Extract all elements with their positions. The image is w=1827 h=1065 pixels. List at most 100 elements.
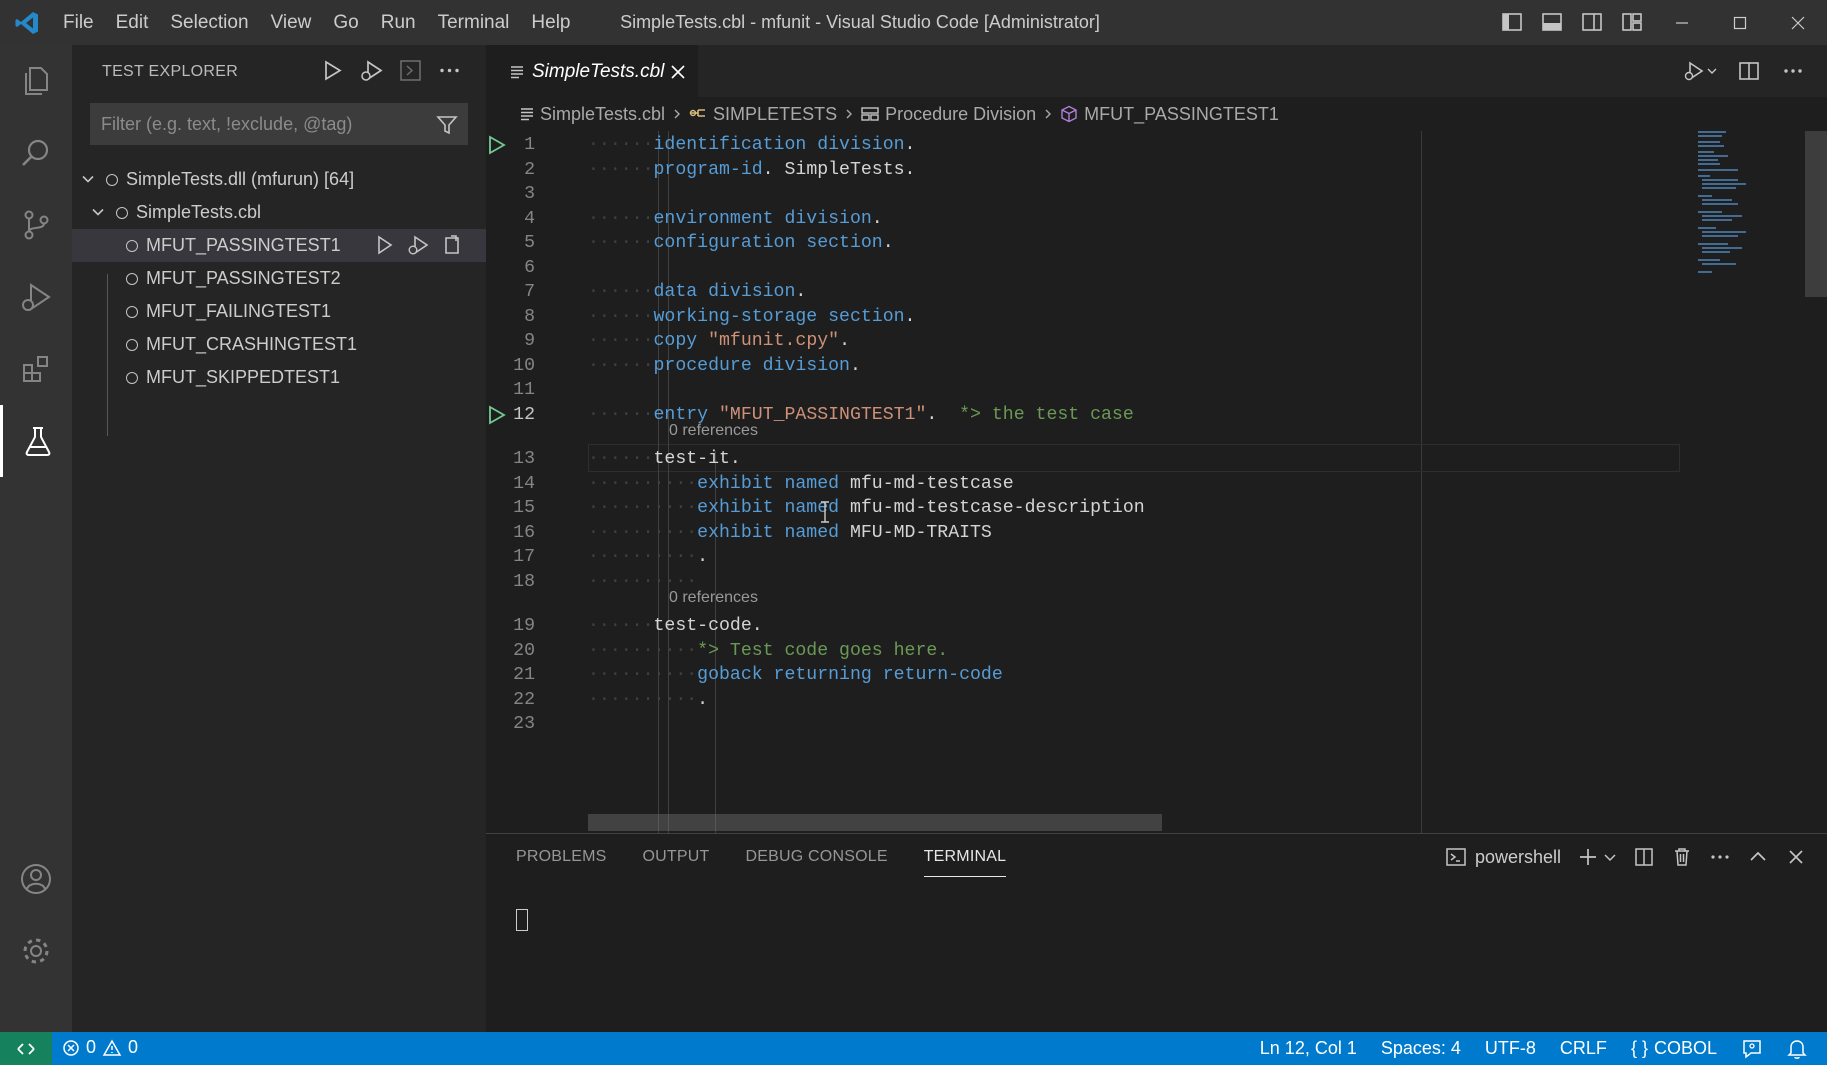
tree-item-mfut-passingtest2[interactable]: MFUT_PASSINGTEST2 xyxy=(72,262,486,295)
tab-problems[interactable]: PROBLEMS xyxy=(516,848,607,877)
toggle-panel-icon[interactable] xyxy=(1540,10,1564,34)
indentation[interactable]: Spaces: 4 xyxy=(1381,1038,1461,1059)
whitespace-dots: ······ xyxy=(588,449,654,469)
run-and-debug-icon[interactable] xyxy=(0,261,72,333)
breadcrumb-program[interactable]: SIMPLETESTS xyxy=(689,104,837,125)
source-control-icon[interactable] xyxy=(0,189,72,261)
cursor-position[interactable]: Ln 12, Col 1 xyxy=(1260,1038,1357,1059)
debug-tests-icon[interactable] xyxy=(359,58,384,83)
minimize-button[interactable] xyxy=(1653,0,1711,45)
breadcrumb-file[interactable]: SimpleTests.cbl xyxy=(520,104,665,125)
whitespace-dots: ······ xyxy=(588,616,654,636)
code-lens-references[interactable]: 0 references xyxy=(669,422,758,440)
feedback-icon[interactable] xyxy=(1741,1038,1763,1060)
breadcrumb-division[interactable]: Procedure Division xyxy=(861,104,1036,125)
maximize-button[interactable] xyxy=(1711,0,1769,45)
testing-icon[interactable] xyxy=(0,405,72,477)
tab-simpletests-cbl[interactable]: SimpleTests.cbl xyxy=(486,45,698,97)
window-controls xyxy=(1653,0,1827,45)
tree-item-label: MFUT_FAILINGTEST1 xyxy=(146,301,332,321)
menu-edit[interactable]: Edit xyxy=(105,0,160,45)
language-mode[interactable]: { } COBOL xyxy=(1631,1038,1717,1059)
horizontal-scrollbar-thumb[interactable] xyxy=(588,814,1162,831)
explorer-icon[interactable] xyxy=(0,45,72,117)
run-test-gutter-icon[interactable] xyxy=(486,134,508,156)
activity-bar xyxy=(0,45,72,1032)
test-status-circle-icon xyxy=(106,174,118,186)
filter-input[interactable] xyxy=(91,104,431,144)
menu-selection[interactable]: Selection xyxy=(159,0,259,45)
editor-more-actions-icon[interactable] xyxy=(1781,59,1807,83)
tab-terminal[interactable]: TERMINAL xyxy=(923,848,1007,877)
show-output-icon[interactable] xyxy=(398,58,423,83)
close-tab-icon[interactable] xyxy=(670,64,686,80)
tree-item-simpletests-cbl[interactable]: SimpleTests.cbl xyxy=(72,196,486,229)
customize-layout-icon[interactable] xyxy=(1620,10,1644,34)
new-terminal-icon[interactable] xyxy=(1577,846,1617,868)
terminal-shell-selector[interactable]: powershell xyxy=(1445,846,1561,868)
tree-item-mfut-failingtest1[interactable]: MFUT_FAILINGTEST1 xyxy=(72,295,486,328)
tree-item-mfut-crashingtest1[interactable]: MFUT_CRASHINGTEST1 xyxy=(72,328,486,361)
split-editor-icon[interactable] xyxy=(1737,59,1763,83)
toggle-secondary-sidebar-icon[interactable] xyxy=(1580,10,1604,34)
go-to-test-icon[interactable] xyxy=(440,233,464,257)
tree-item-mfut-skippedtest1[interactable]: MFUT_SKIPPEDTEST1 xyxy=(72,361,486,394)
panel-more-actions-icon[interactable] xyxy=(1709,846,1731,868)
notifications-bell-icon[interactable] xyxy=(1787,1038,1807,1060)
maximize-panel-chevron-up-icon[interactable] xyxy=(1747,846,1769,868)
filter-funnel-icon[interactable] xyxy=(435,113,459,137)
error-count: 0 xyxy=(86,1037,97,1057)
accounts-icon[interactable] xyxy=(0,843,72,915)
code-token: goback returning return-code xyxy=(697,665,1003,685)
close-panel-icon[interactable] xyxy=(1785,846,1807,868)
remote-indicator-icon[interactable] xyxy=(0,1032,52,1065)
tree-item-simpletests-dll[interactable]: SimpleTests.dll (mfurun) [64] xyxy=(72,163,486,196)
code-token: exhibit named xyxy=(697,498,840,518)
run-test-icon[interactable] xyxy=(372,233,396,257)
line-number: 23 xyxy=(513,714,535,734)
text-cursor-ibeam-icon xyxy=(819,501,831,523)
debug-test-icon[interactable] xyxy=(406,233,430,257)
line-number: 18 xyxy=(513,571,535,592)
code-token: data division xyxy=(653,282,796,302)
run-tests-icon[interactable] xyxy=(320,58,345,83)
chevron-down-icon[interactable] xyxy=(80,171,96,187)
code-editor[interactable]: 1 ······identification division. 2 ······pr… xyxy=(486,131,1827,833)
tree-item-mfut-passingtest1[interactable]: MFUT_PASSINGTEST1 xyxy=(72,229,486,262)
kill-terminal-trash-icon[interactable] xyxy=(1671,846,1693,868)
tree-item-label: MFUT_SKIPPEDTEST1 xyxy=(146,367,341,387)
encoding[interactable]: UTF-8 xyxy=(1485,1038,1536,1059)
search-icon[interactable] xyxy=(0,117,72,189)
breadcrumb-entry[interactable]: MFUT_PASSINGTEST1 xyxy=(1060,104,1279,125)
test-status-circle-icon xyxy=(126,240,138,252)
menu-file[interactable]: File xyxy=(52,0,105,45)
run-debug-dropdown-icon[interactable] xyxy=(1681,59,1717,83)
breadcrumb-label: MFUT_PASSINGTEST1 xyxy=(1084,103,1279,124)
vertical-scrollbar-thumb[interactable] xyxy=(1805,131,1827,297)
close-window-button[interactable] xyxy=(1769,0,1827,45)
chevron-down-icon[interactable] xyxy=(90,204,106,220)
extensions-icon[interactable] xyxy=(0,333,72,405)
end-of-line[interactable]: CRLF xyxy=(1560,1038,1607,1059)
whitespace-dots: ······ xyxy=(588,282,654,302)
tree-indent-guide xyxy=(107,274,108,436)
more-actions-icon[interactable] xyxy=(437,58,462,83)
run-test-gutter-icon[interactable] xyxy=(486,404,508,426)
minimap[interactable] xyxy=(1682,131,1774,833)
terminal-cursor[interactable] xyxy=(516,909,528,931)
structure-symbol-icon xyxy=(861,107,879,121)
vertical-scrollbar[interactable] xyxy=(1805,131,1827,833)
split-terminal-icon[interactable] xyxy=(1633,846,1655,868)
tab-output[interactable]: OUTPUT xyxy=(643,848,710,877)
code-lens-references[interactable]: 0 references xyxy=(669,589,758,607)
manage-gear-icon[interactable] xyxy=(0,915,72,987)
menu-terminal[interactable]: Terminal xyxy=(427,0,521,45)
toggle-primary-sidebar-icon[interactable] xyxy=(1500,10,1524,34)
tab-debug-console[interactable]: DEBUG CONSOLE xyxy=(746,848,888,877)
editor-actions xyxy=(1681,59,1807,83)
code-line: ··········. xyxy=(588,686,708,714)
menu-view[interactable]: View xyxy=(260,0,323,45)
problems-indicator[interactable]: 0 0 xyxy=(62,1037,138,1058)
menu-go[interactable]: Go xyxy=(322,0,369,45)
menu-run[interactable]: Run xyxy=(370,0,427,45)
